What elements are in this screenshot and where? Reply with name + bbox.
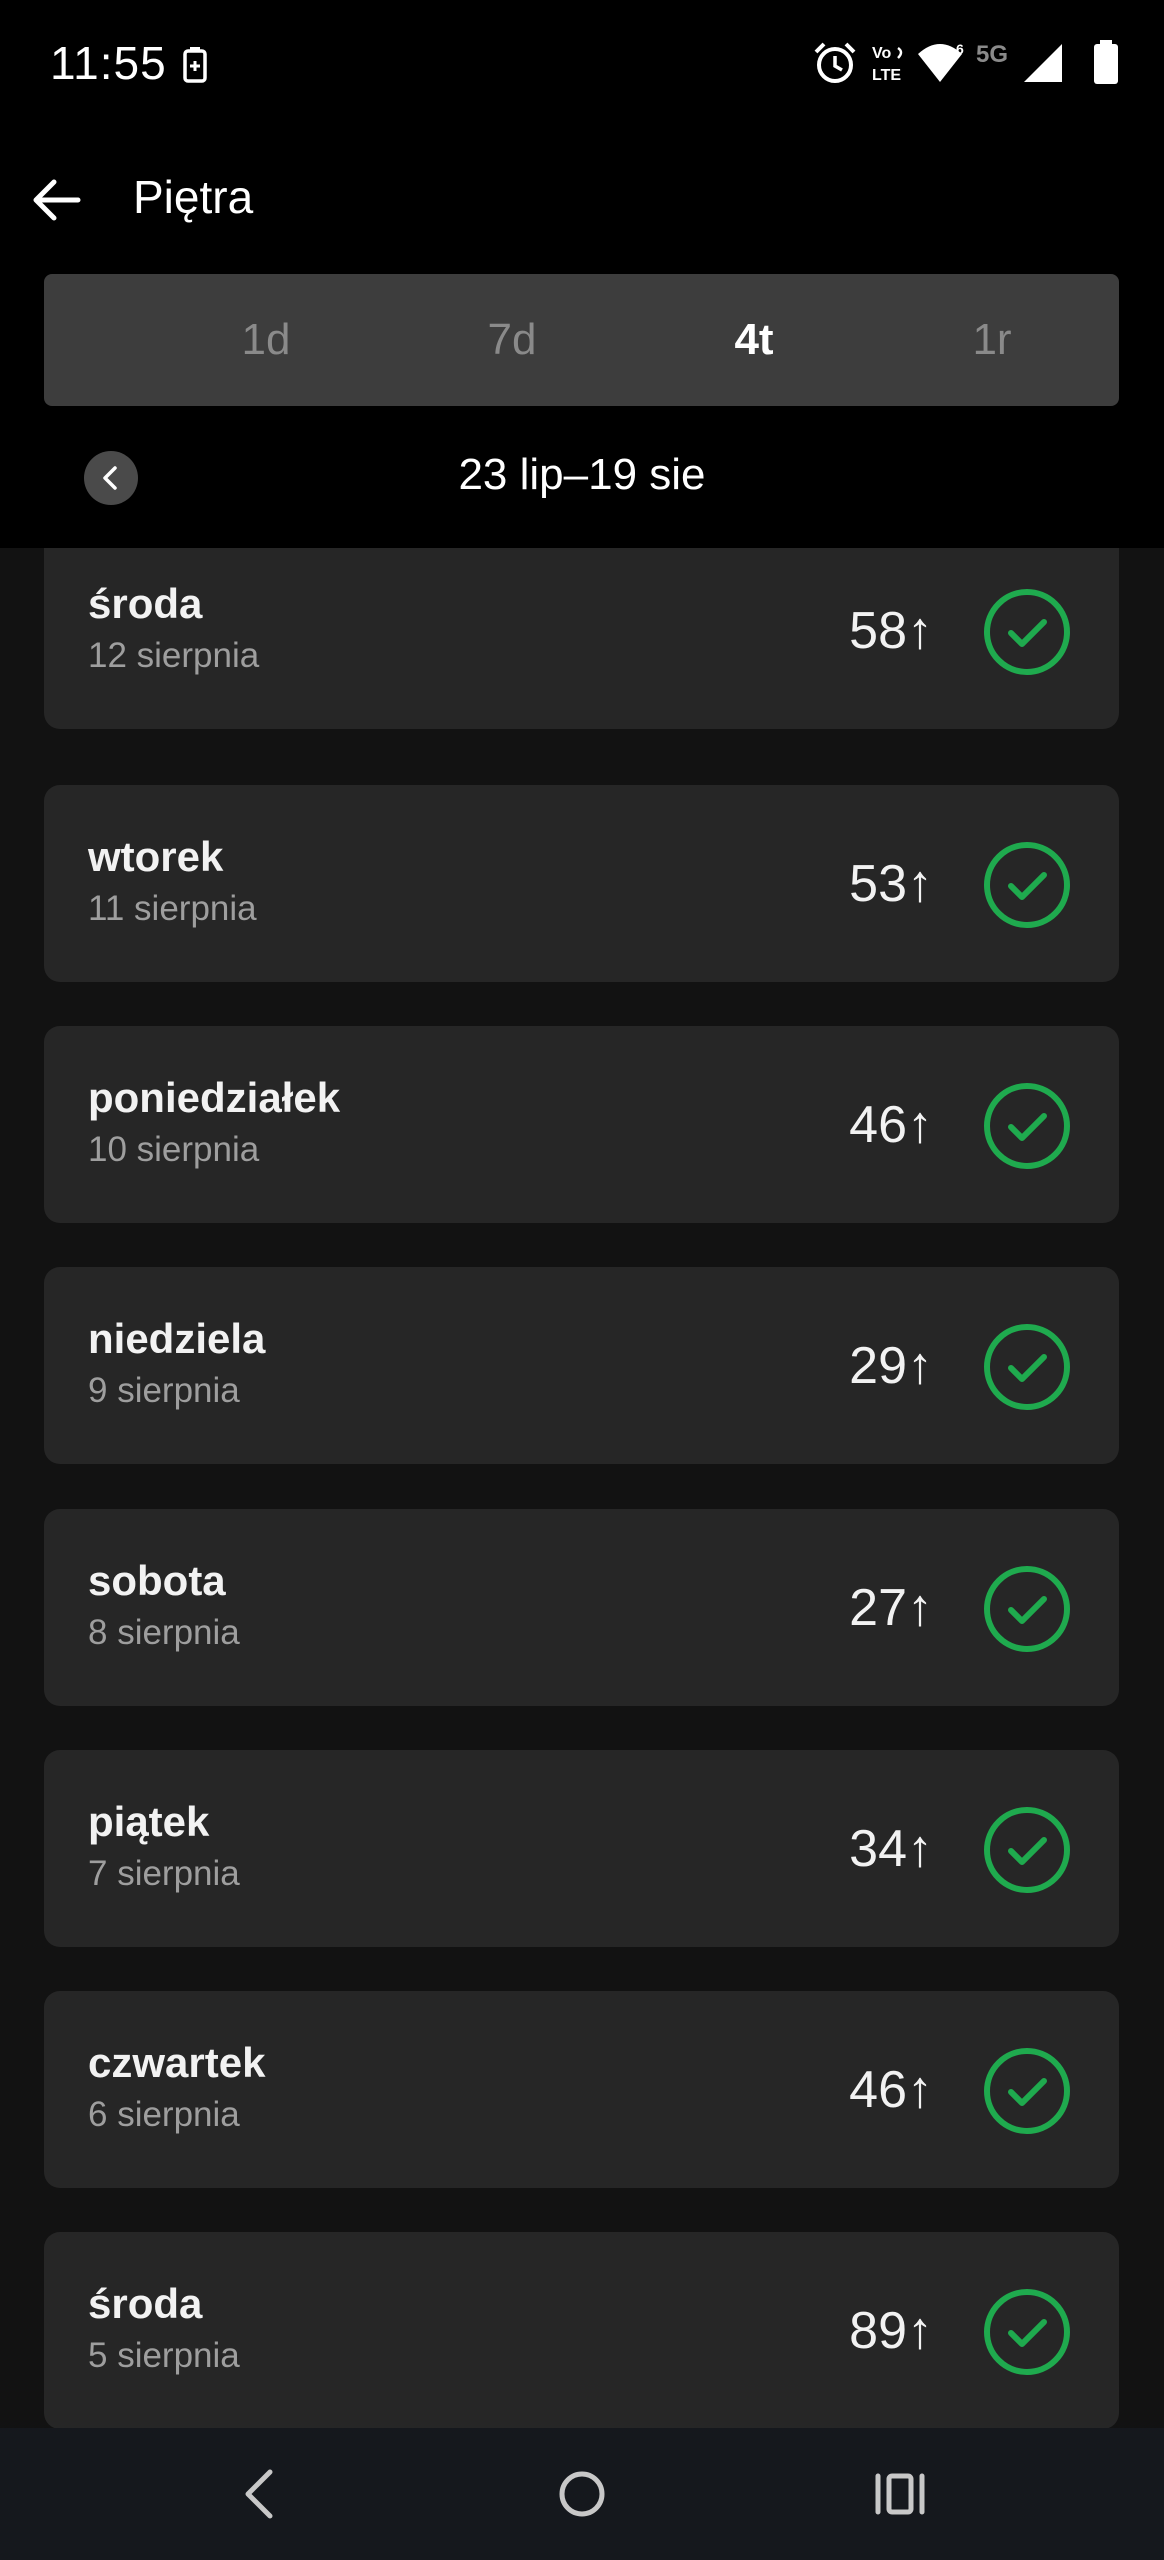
day-name: środa [88, 2280, 203, 2327]
day-date: 10 sierpnia [88, 1130, 260, 1169]
system-nav-bar [0, 2428, 1164, 2560]
goal-check-icon [984, 2289, 1070, 2375]
floors-value: 27↑ [849, 1578, 933, 1637]
home-nav-icon[interactable] [546, 2458, 618, 2530]
back-button[interactable] [26, 168, 90, 232]
tab-7d[interactable]: 7d [412, 274, 612, 406]
goal-check-icon [984, 1083, 1070, 1169]
day-date: 7 sierpnia [88, 1854, 240, 1893]
page-title: Piętra [133, 171, 254, 223]
day-name: sobota [88, 1557, 226, 1604]
svg-text:Vo: Vo [872, 45, 891, 62]
tab-1d[interactable]: 1d [166, 274, 366, 406]
day-card[interactable]: czwartek 6 sierpnia 46↑ [44, 1991, 1119, 2188]
goal-check-icon [984, 1807, 1070, 1893]
wifi-icon: 6 [918, 41, 964, 82]
goal-check-icon [984, 589, 1070, 675]
day-name: piątek [88, 1798, 210, 1845]
goal-check-icon [984, 1324, 1070, 1410]
day-date: 9 sierpnia [88, 1371, 240, 1410]
day-card[interactable]: poniedziałek 10 sierpnia 46↑ [44, 1026, 1119, 1223]
period-label: 23 lip–19 sie [458, 450, 706, 499]
floors-value: 53↑ [849, 854, 933, 913]
svg-text:6: 6 [956, 41, 964, 57]
floors-value: 29↑ [849, 1336, 933, 1395]
day-card[interactable]: wtorek 11 sierpnia 53↑ [44, 785, 1119, 982]
signal-icon [1024, 44, 1062, 82]
network-type: 5G [976, 41, 1008, 68]
day-name: wtorek [88, 833, 224, 880]
day-list: środa 12 sierpnia 58↑ wtorek 11 sierpnia… [0, 548, 1164, 2428]
arrow-left-icon [33, 179, 81, 221]
tab-1r[interactable]: 1r [892, 274, 1092, 406]
battery-saver-icon [183, 47, 207, 83]
day-card[interactable]: niedziela 9 sierpnia 29↑ [44, 1267, 1119, 1464]
svg-text:LTE: LTE [872, 67, 901, 84]
floors-value: 46↑ [849, 2060, 933, 2119]
day-date: 6 sierpnia [88, 2095, 240, 2134]
tab-4t[interactable]: 4t [654, 274, 854, 406]
day-card[interactable]: piątek 7 sierpnia 34↑ [44, 1750, 1119, 1947]
period-navigator: 23 lip–19 sie [0, 440, 1164, 516]
alarm-icon [814, 42, 856, 83]
day-name: czwartek [88, 2039, 266, 2086]
previous-period-button[interactable] [84, 451, 138, 505]
day-card[interactable]: środa 5 sierpnia 89↑ [44, 2232, 1119, 2428]
range-tabs: 1d 7d 4t 1r [44, 274, 1119, 406]
recents-nav-icon[interactable] [864, 2458, 936, 2530]
header-area: 11:55 Vo LTE 6 5G Piętra 1d 7d 4t 1r 23 … [0, 0, 1164, 548]
app-bar: Piętra [0, 150, 1164, 250]
svg-text:5G: 5G [976, 41, 1008, 68]
day-date: 8 sierpnia [88, 1613, 240, 1652]
day-card[interactable]: sobota 8 sierpnia 27↑ [44, 1509, 1119, 1706]
goal-check-icon [984, 1566, 1070, 1652]
goal-check-icon [984, 2048, 1070, 2134]
day-name: środa [88, 580, 203, 627]
back-nav-icon[interactable] [226, 2458, 298, 2530]
floors-value: 46↑ [849, 1095, 933, 1154]
day-name: poniedziałek [88, 1074, 341, 1121]
floors-value: 89↑ [849, 2301, 933, 2360]
status-bar: 11:55 Vo LTE 6 5G [0, 0, 1164, 132]
day-card[interactable]: środa 12 sierpnia 58↑ [44, 548, 1119, 729]
goal-check-icon [984, 842, 1070, 928]
day-date: 11 sierpnia [88, 889, 257, 928]
day-name: niedziela [88, 1315, 266, 1362]
battery-icon [1094, 40, 1118, 84]
floors-value: 58↑ [849, 601, 933, 660]
volte-icon: Vo LTE [872, 45, 903, 84]
floors-value: 34↑ [849, 1819, 933, 1878]
day-date: 5 sierpnia [88, 2336, 240, 2375]
chevron-left-icon [103, 466, 117, 490]
day-date: 12 sierpnia [88, 636, 260, 675]
status-time: 11:55 [50, 37, 167, 89]
